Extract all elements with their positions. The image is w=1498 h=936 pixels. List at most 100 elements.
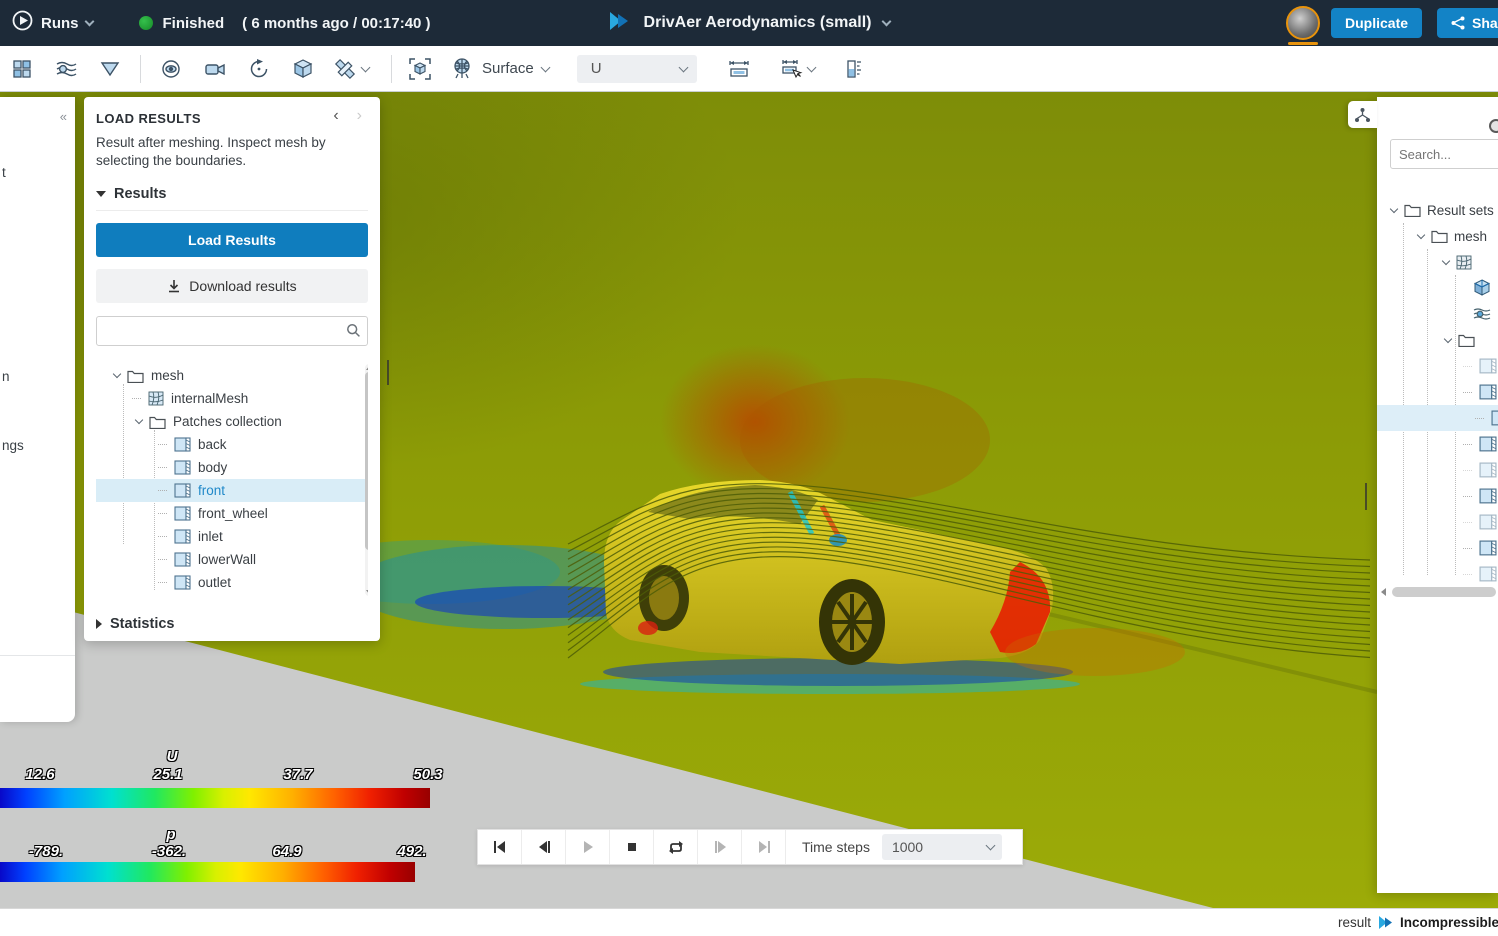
filter-icon[interactable] — [98, 57, 122, 81]
result-tree-item-mesh[interactable]: mesh — [1418, 223, 1487, 249]
chevron-down-icon[interactable] — [113, 370, 121, 378]
legend-tick: 25.1 — [153, 766, 182, 783]
streamline-visibility-icon[interactable] — [54, 57, 78, 81]
chevron-down-icon[interactable] — [1442, 256, 1450, 264]
tree-view-tab[interactable] — [1348, 101, 1377, 128]
cube-icon — [1473, 279, 1491, 297]
result-search-input[interactable] — [1390, 139, 1498, 169]
chevron-down-icon[interactable] — [882, 16, 892, 26]
statistics-section-toggle[interactable]: Statistics — [96, 616, 368, 640]
avatar[interactable] — [1286, 6, 1320, 40]
chevron-down-icon[interactable] — [1444, 334, 1452, 342]
patch-icon — [174, 506, 191, 522]
legend-title-U: U — [167, 748, 178, 765]
load-results-button[interactable]: Load Results — [96, 223, 368, 257]
tree-item-patch[interactable]: inlet — [96, 525, 368, 548]
result-tree-patch-item[interactable] — [1463, 483, 1497, 509]
result-tree-patch-item[interactable] — [1463, 561, 1497, 587]
chevron-down-icon[interactable] — [361, 62, 371, 72]
last-frame-button[interactable] — [742, 830, 786, 864]
color-legend-icon[interactable] — [841, 57, 865, 81]
chevron-down-icon[interactable] — [806, 62, 816, 72]
download-results-button[interactable]: Download results — [96, 269, 368, 303]
play-button[interactable] — [566, 830, 610, 864]
result-tree-item-patches-collection[interactable] — [1445, 327, 1475, 353]
viewer-toolbar: Surface U — [0, 46, 1498, 92]
scrollbar-thumb[interactable] — [365, 372, 368, 550]
horizontal-scrollbar[interactable] — [1381, 585, 1496, 599]
measurement-tools-icon[interactable] — [333, 57, 357, 81]
panel-next-button[interactable]: › — [357, 107, 362, 125]
run-status-meta: ( 6 months ago / 00:17:40 ) — [242, 15, 430, 32]
tree-item-internalmesh[interactable]: internalMesh — [96, 387, 368, 410]
result-tree-patch-item[interactable] — [1463, 431, 1497, 457]
scroll-up-arrow[interactable] — [366, 366, 368, 370]
orbit-view-icon[interactable] — [159, 57, 183, 81]
rescale-data-range-icon[interactable] — [727, 57, 751, 81]
result-tree-item-volume[interactable] — [1473, 275, 1491, 301]
legend-tick: 37.7 — [283, 766, 312, 783]
representation-surface-icon[interactable] — [450, 57, 474, 81]
previous-frame-button[interactable] — [522, 830, 566, 864]
layout-grid-icon[interactable] — [10, 57, 34, 81]
legend-tick: -789. — [29, 843, 63, 860]
tree-scrollbar[interactable] — [365, 364, 368, 596]
patch-icon — [174, 460, 191, 476]
result-tree-item-result-sets[interactable]: Result sets — [1391, 197, 1494, 223]
result-tree-patch-item[interactable] — [1463, 379, 1497, 405]
caret-right-icon — [96, 619, 102, 629]
tree-item-label: mesh — [151, 368, 184, 383]
scrollbar-thumb[interactable] — [1392, 587, 1496, 597]
rotate-view-icon[interactable] — [247, 57, 271, 81]
app-logo-icon — [608, 11, 632, 36]
representation-label[interactable]: Surface — [482, 60, 534, 77]
rescale-custom-range-icon[interactable] — [779, 57, 803, 81]
tree-item-patch[interactable]: front_wheel — [96, 502, 368, 525]
tree-item-patches-collection[interactable]: Patches collection — [96, 410, 368, 433]
tree-item-patch[interactable]: body — [96, 456, 368, 479]
folder-icon — [1431, 229, 1448, 243]
loop-button[interactable] — [654, 830, 698, 864]
tree-item-patch-selected[interactable]: front — [96, 479, 368, 502]
camera-icon[interactable] — [203, 57, 227, 81]
tree-item-patch[interactable]: back — [96, 433, 368, 456]
result-tree-item-streamlines[interactable] — [1473, 301, 1491, 327]
tree-guide — [132, 398, 141, 399]
results-section-toggle[interactable]: Results — [96, 186, 368, 211]
panel-previous-button[interactable]: ‹ — [333, 107, 338, 125]
rail-item-fragment[interactable]: ngs — [2, 438, 24, 453]
scroll-left-arrow[interactable] — [1381, 588, 1386, 596]
first-frame-button[interactable] — [478, 830, 522, 864]
chevron-down-icon[interactable] — [1390, 204, 1398, 212]
panel-search-input[interactable] — [96, 316, 368, 346]
stop-button[interactable] — [610, 830, 654, 864]
duplicate-button[interactable]: Duplicate — [1331, 8, 1422, 38]
time-steps-value: 1000 — [892, 839, 923, 855]
result-tree-item-internalmesh[interactable] — [1443, 249, 1472, 275]
fit-view-icon[interactable] — [408, 57, 432, 81]
cube-icon[interactable] — [291, 57, 315, 81]
tree-item-mesh[interactable]: mesh — [96, 364, 368, 387]
legend-tick: 64.9 — [272, 843, 301, 860]
time-steps-select[interactable]: 1000 — [882, 834, 1002, 860]
tree-item-patch[interactable]: lowerWall — [96, 548, 368, 571]
result-tree-patch-item[interactable] — [1463, 509, 1497, 535]
result-tree-patch-item-selected[interactable] — [1377, 405, 1498, 431]
chevron-down-icon[interactable] — [540, 62, 550, 72]
chevron-down-icon[interactable] — [135, 416, 143, 424]
result-tree-patch-item[interactable] — [1463, 535, 1497, 561]
next-frame-button[interactable] — [698, 830, 742, 864]
tree-item-patch[interactable]: outlet — [96, 571, 368, 594]
share-button[interactable]: Share — [1437, 8, 1498, 38]
panel-settings-icon[interactable] — [1489, 119, 1498, 133]
rail-item-fragment[interactable]: t — [2, 165, 6, 180]
chevron-down-icon[interactable] — [1417, 230, 1425, 238]
runs-dropdown[interactable]: Runs — [41, 15, 93, 32]
statistics-section-label: Statistics — [110, 616, 174, 632]
result-tree-patch-item[interactable] — [1463, 457, 1497, 483]
scroll-down-arrow[interactable] — [366, 590, 368, 594]
result-tree-patch-item[interactable] — [1463, 353, 1497, 379]
collapse-panel-button[interactable]: « — [60, 109, 67, 124]
field-select[interactable]: U — [577, 55, 697, 83]
rail-item-fragment[interactable]: n — [2, 369, 10, 384]
